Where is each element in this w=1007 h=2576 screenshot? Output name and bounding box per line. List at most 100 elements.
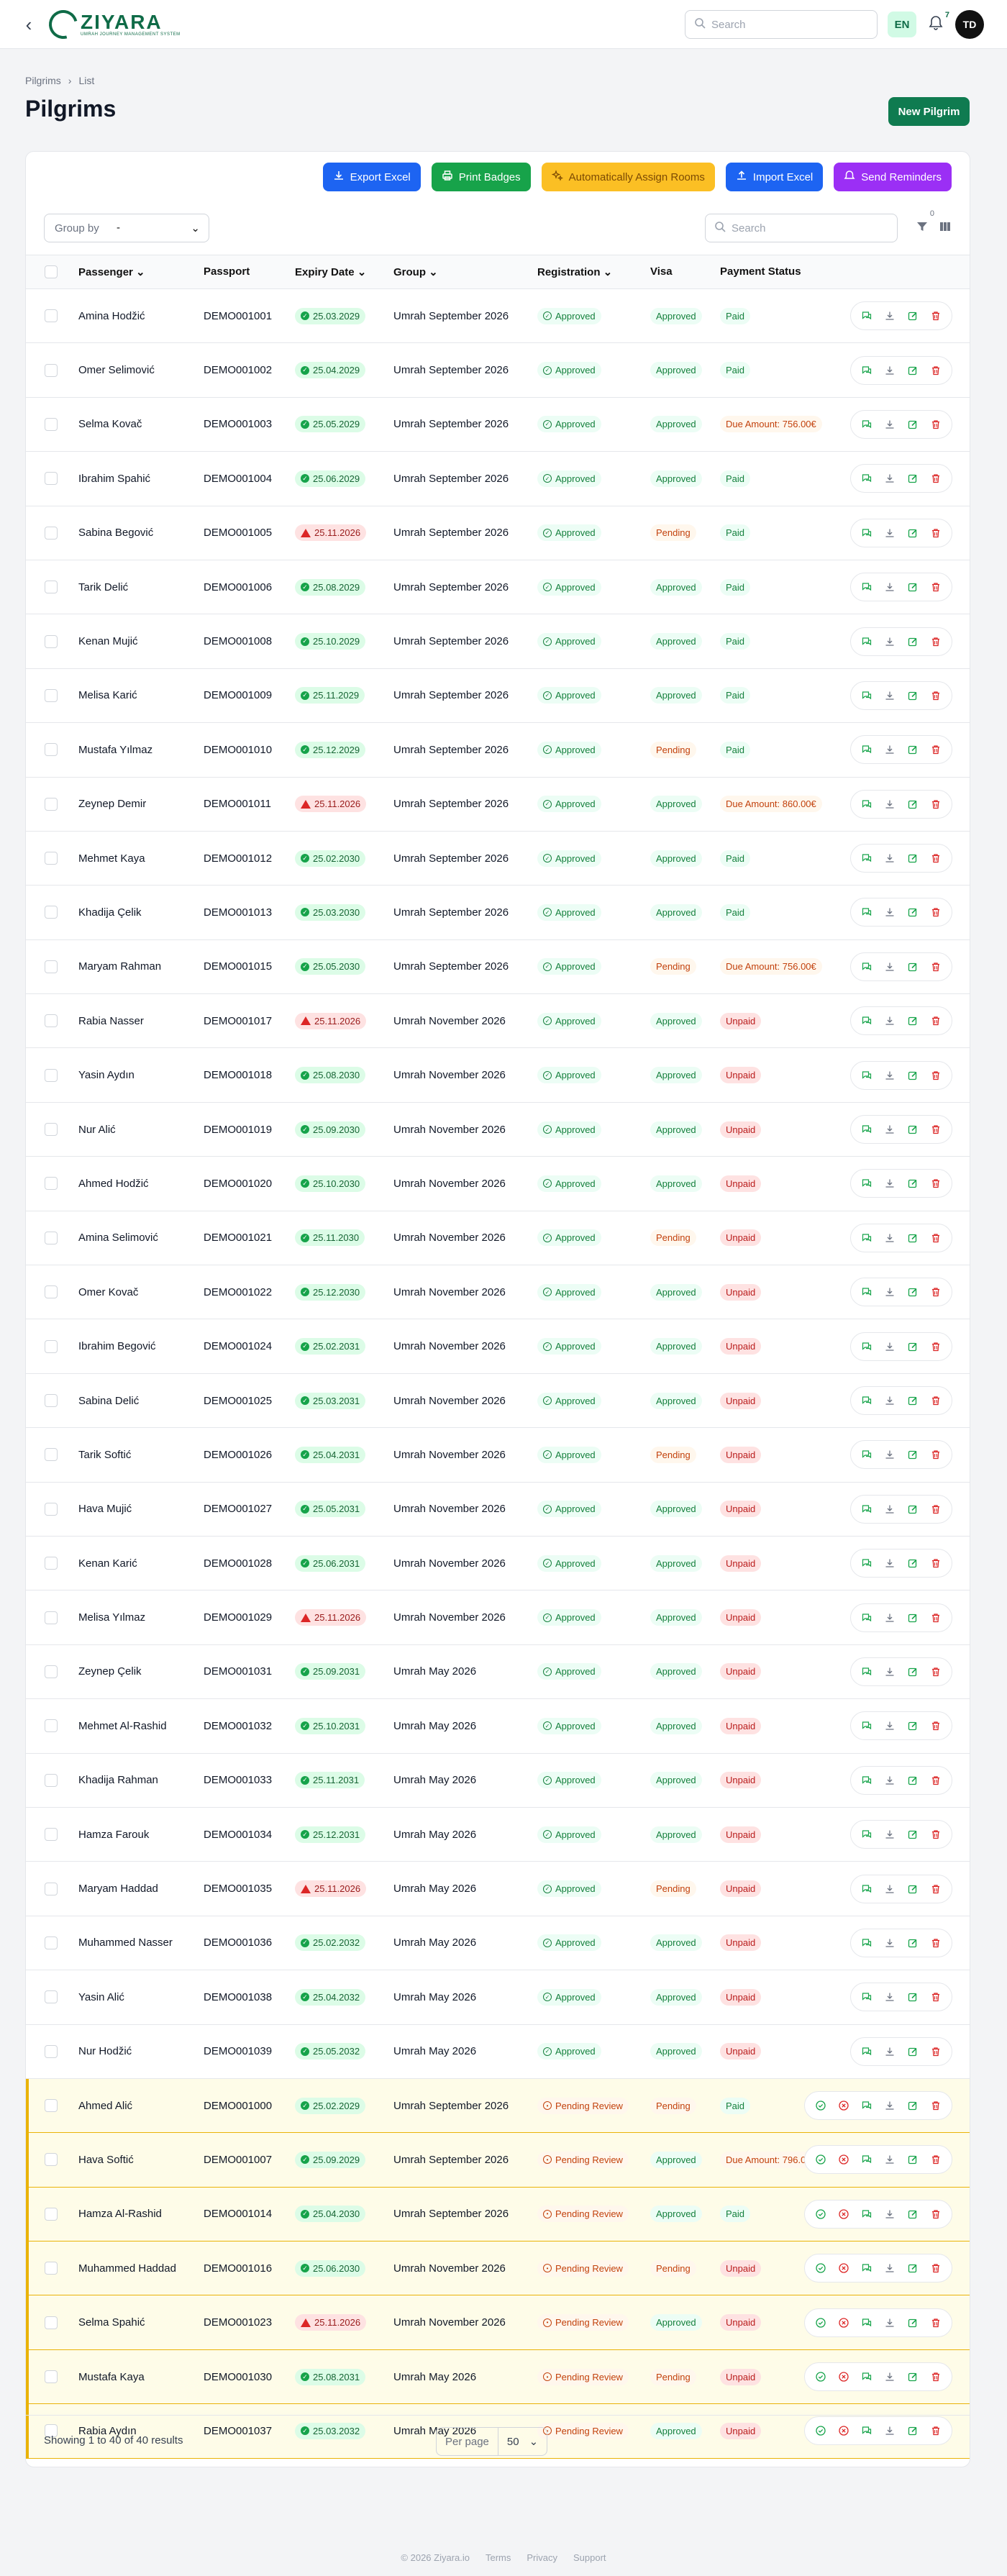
- trash-icon[interactable]: [930, 419, 942, 430]
- row-checkbox[interactable]: [45, 1339, 58, 1353]
- download-icon[interactable]: [884, 1829, 896, 1840]
- download-icon[interactable]: [884, 2208, 896, 2220]
- avatar[interactable]: TD: [955, 10, 984, 39]
- table-row[interactable]: Hava Softić DEMO001007 ✓ 25.09.2029 Umrah Se…: [26, 2133, 970, 2188]
- download-icon[interactable]: [884, 744, 896, 755]
- message-icon[interactable]: [861, 1991, 872, 2003]
- download-icon[interactable]: [884, 527, 896, 539]
- edit-icon[interactable]: [907, 581, 919, 593]
- edit-icon[interactable]: [907, 1991, 919, 2003]
- message-icon[interactable]: [861, 581, 872, 593]
- trash-icon[interactable]: [930, 744, 942, 755]
- support-link[interactable]: Support: [573, 2552, 606, 2563]
- trash-icon[interactable]: [930, 1557, 942, 1569]
- passenger-name[interactable]: Amina Selimović: [78, 1232, 158, 1244]
- message-icon[interactable]: [861, 2154, 872, 2165]
- passenger-name[interactable]: Selma Spahić: [78, 2316, 145, 2329]
- message-icon[interactable]: [861, 419, 872, 430]
- row-checkbox[interactable]: [45, 1990, 58, 2004]
- row-checkbox[interactable]: [45, 743, 58, 757]
- passenger-name[interactable]: Tarik Softić: [78, 1449, 131, 1461]
- filter-icon[interactable]: [916, 220, 929, 237]
- edit-icon[interactable]: [907, 1666, 919, 1678]
- edit-icon[interactable]: [907, 310, 919, 322]
- edit-icon[interactable]: [907, 1449, 919, 1460]
- message-icon[interactable]: [861, 473, 872, 484]
- download-icon[interactable]: [884, 636, 896, 647]
- trash-icon[interactable]: [930, 1286, 942, 1298]
- edit-icon[interactable]: [907, 961, 919, 973]
- download-icon[interactable]: [884, 1286, 896, 1298]
- passenger-name[interactable]: Yasin Aydın: [78, 1069, 135, 1081]
- download-icon[interactable]: [884, 1124, 896, 1135]
- passenger-name[interactable]: Kenan Karić: [78, 1557, 137, 1570]
- trash-icon[interactable]: [930, 2208, 942, 2220]
- download-icon[interactable]: [884, 1991, 896, 2003]
- passenger-name[interactable]: Khadija Çelik: [78, 906, 142, 919]
- row-checkbox[interactable]: [45, 1068, 58, 1082]
- download-icon[interactable]: [884, 365, 896, 376]
- download-icon[interactable]: [884, 1395, 896, 1406]
- edit-icon[interactable]: [907, 690, 919, 701]
- approve-icon[interactable]: [815, 2371, 826, 2382]
- import-excel-button[interactable]: Import Excel: [725, 163, 824, 191]
- download-icon[interactable]: [884, 1449, 896, 1460]
- download-icon[interactable]: [884, 1232, 896, 1244]
- passenger-name[interactable]: Nur Alić: [78, 1124, 116, 1136]
- edit-icon[interactable]: [907, 1124, 919, 1135]
- edit-icon[interactable]: [907, 2046, 919, 2057]
- trash-icon[interactable]: [930, 690, 942, 701]
- row-checkbox[interactable]: [45, 1448, 58, 1462]
- table-row[interactable]: Yasin Aydın DEMO001018 ✓ 25.08.2030 Umrah No…: [26, 1048, 970, 1103]
- new-pilgrim-button[interactable]: New Pilgrim: [888, 97, 970, 126]
- download-icon[interactable]: [884, 906, 896, 918]
- table-row[interactable]: Yasin Alić DEMO001038 ✓ 25.04.2032 Umrah May…: [26, 1970, 970, 2025]
- row-checkbox[interactable]: [45, 797, 58, 811]
- approve-icon[interactable]: [815, 2100, 826, 2111]
- download-icon[interactable]: [884, 1341, 896, 1352]
- row-checkbox[interactable]: [45, 2044, 58, 2058]
- trash-icon[interactable]: [930, 1720, 942, 1731]
- table-row[interactable]: Mustafa Kaya DEMO001030 ✓ 25.08.2031 Umrah M…: [26, 2349, 970, 2405]
- print-badges-button[interactable]: Print Badges: [431, 163, 531, 191]
- row-checkbox[interactable]: [45, 906, 58, 919]
- passenger-name[interactable]: Mehmet Kaya: [78, 852, 145, 865]
- table-row[interactable]: Nur Hodžić DEMO001039 ✓ 25.05.2032 Umrah May…: [26, 2025, 970, 2079]
- table-row[interactable]: Tarik Softić DEMO001026 ✓ 25.04.2031 Umrah N…: [26, 1428, 970, 1483]
- row-checkbox[interactable]: [45, 417, 58, 431]
- table-row[interactable]: Nur Alić DEMO001019 ✓ 25.09.2030 Umrah Novem…: [26, 1103, 970, 1157]
- row-checkbox[interactable]: [45, 526, 58, 540]
- message-icon[interactable]: [861, 1232, 872, 1244]
- approve-icon[interactable]: [815, 2262, 826, 2274]
- passenger-name[interactable]: Ahmed Alić: [78, 2100, 132, 2112]
- table-row[interactable]: Ahmed Hodžić DEMO001020 ✓ 25.10.2030 Umrah N…: [26, 1157, 970, 1211]
- edit-icon[interactable]: [907, 1070, 919, 1081]
- passenger-name[interactable]: Maryam Haddad: [78, 1883, 158, 1895]
- download-icon[interactable]: [884, 798, 896, 810]
- passenger-name[interactable]: Amina Hodžić: [78, 310, 145, 322]
- passenger-name[interactable]: Zeynep Demir: [78, 798, 146, 810]
- message-icon[interactable]: [861, 2371, 872, 2382]
- reject-icon[interactable]: [838, 2262, 849, 2274]
- trash-icon[interactable]: [930, 1991, 942, 2003]
- row-checkbox[interactable]: [45, 1882, 58, 1895]
- table-row[interactable]: Melisa Karić DEMO001009 ✓ 25.11.2029 Umrah S…: [26, 669, 970, 724]
- reject-icon[interactable]: [838, 2208, 849, 2220]
- trash-icon[interactable]: [930, 1883, 942, 1895]
- row-checkbox[interactable]: [45, 1231, 58, 1244]
- table-row[interactable]: Kenan Mujić DEMO001008 ✓ 25.10.2029 Umrah Se…: [26, 614, 970, 669]
- message-icon[interactable]: [861, 1178, 872, 1189]
- table-row[interactable]: Melisa Yılmaz DEMO001029 25.11.2026 Umrah N…: [26, 1590, 970, 1645]
- edit-icon[interactable]: [907, 1720, 919, 1731]
- row-checkbox[interactable]: [45, 1611, 58, 1624]
- edit-icon[interactable]: [907, 1395, 919, 1406]
- message-icon[interactable]: [861, 1883, 872, 1895]
- row-checkbox[interactable]: [45, 2262, 58, 2275]
- download-icon[interactable]: [884, 1666, 896, 1678]
- row-checkbox[interactable]: [45, 1828, 58, 1842]
- message-icon[interactable]: [861, 1286, 872, 1298]
- passenger-name[interactable]: Ibrahim Spahić: [78, 473, 150, 485]
- message-icon[interactable]: [861, 636, 872, 647]
- table-row[interactable]: Sabina Delić DEMO001025 ✓ 25.03.2031 Umrah N…: [26, 1374, 970, 1429]
- edit-icon[interactable]: [907, 1775, 919, 1786]
